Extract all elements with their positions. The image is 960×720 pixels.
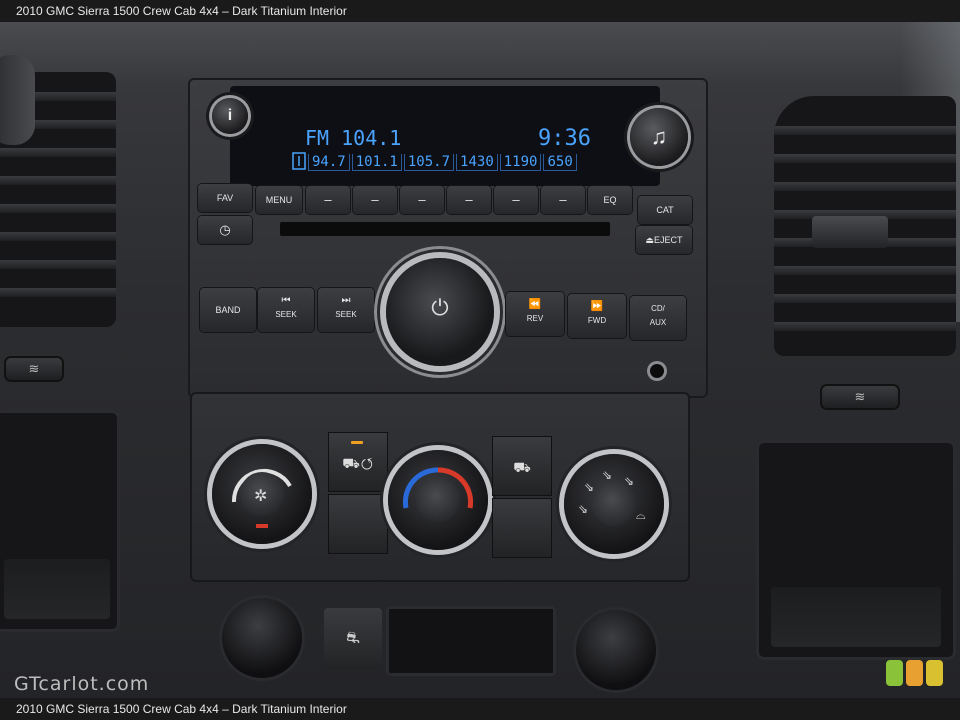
- watermark-badge-green: [886, 660, 903, 686]
- dashboard-upper-panel: [0, 22, 960, 82]
- preset-item: 1190: [499, 154, 542, 171]
- band-button[interactable]: BAND: [200, 288, 256, 332]
- aux-label: AUX: [649, 318, 667, 327]
- info-button[interactable]: i: [212, 98, 248, 134]
- caption-bottom: 2010 GMC Sierra 1500 Crew Cab 4x4 – Dark…: [0, 698, 960, 720]
- blank-climate-button[interactable]: [492, 498, 552, 558]
- fast-forward-label: FWD: [587, 316, 607, 325]
- watermark-badge-orange: [906, 660, 923, 686]
- preset-softkey[interactable]: –: [447, 186, 491, 214]
- cat-button[interactable]: CAT: [638, 196, 692, 224]
- cubby-floor: [770, 587, 942, 647]
- right-vent-thumbwheel[interactable]: ≋: [822, 386, 898, 408]
- preset-softkey[interactable]: –: [306, 186, 350, 214]
- preset-list: 94.7 101.1 105.7 1430 1190 650: [308, 154, 577, 171]
- display-frequency: FM 104.1: [305, 126, 402, 150]
- knob-center: [592, 482, 636, 526]
- vent-slat: [0, 232, 116, 241]
- lower-storage-slot: [386, 606, 556, 676]
- seek-forward-button[interactable]: ⏭ SEEK: [318, 288, 374, 332]
- dashboard-photo: ≋ ≋ FM 104.1 9:36 94.7 101.1 105.7 1430 …: [0, 0, 960, 720]
- blank-climate-button[interactable]: [328, 494, 388, 554]
- outside-air-icon: ⛟: [513, 459, 531, 475]
- preset-item: 105.7: [403, 154, 455, 171]
- vent-tab[interactable]: [812, 216, 888, 248]
- seek-forward-label: SEEK: [335, 310, 357, 319]
- recirculation-icon: ⛟↺: [342, 455, 374, 471]
- temperature-knob[interactable]: [388, 450, 488, 550]
- rewind-button[interactable]: ⏪ REV: [506, 292, 564, 336]
- caption-top: 2010 GMC Sierra 1500 Crew Cab 4x4 – Dark…: [0, 0, 960, 22]
- defrost-icon: ⌓: [636, 508, 646, 522]
- preset-softkey[interactable]: –: [353, 186, 397, 214]
- power-volume-knob[interactable]: ⏻: [386, 258, 494, 366]
- vent-slat: [774, 294, 956, 303]
- preset-bank-icon: [292, 152, 306, 170]
- vent-slat: [774, 154, 956, 163]
- display-clock: 9:36: [538, 126, 591, 151]
- right-air-vent[interactable]: [774, 96, 956, 356]
- mode-mix-icon: ⇘: [578, 502, 589, 516]
- fast-forward-icon: ⏩: [590, 301, 604, 312]
- recirculation-button[interactable]: ⛟↺: [328, 432, 388, 492]
- preset-softkey[interactable]: –: [400, 186, 444, 214]
- vent-slat: [774, 126, 956, 135]
- seek-back-icon: ⏮: [281, 295, 291, 306]
- vent-slat: [0, 148, 116, 157]
- vent-slat: [0, 204, 116, 213]
- eq-button[interactable]: EQ: [588, 186, 632, 214]
- left-lower-knob[interactable]: [222, 598, 302, 678]
- rewind-icon: ⏪: [528, 299, 542, 310]
- outside-air-button[interactable]: ⛟: [492, 436, 552, 496]
- clock-button[interactable]: ◷: [198, 216, 252, 244]
- radio-display: FM 104.1 9:36 94.7 101.1 105.7 1430 1190…: [230, 86, 660, 186]
- preset-item: 101.1: [351, 154, 402, 171]
- mode-floor-icon: ⇘: [624, 474, 635, 488]
- vent-slat: [774, 322, 956, 331]
- vent-slat: [0, 260, 116, 269]
- rewind-label: REV: [526, 314, 544, 323]
- seek-back-label: SEEK: [275, 310, 297, 319]
- fan-off-indicator: [256, 524, 268, 528]
- preset-softkey[interactable]: –: [541, 186, 585, 214]
- seek-forward-icon: ⏭: [341, 295, 351, 306]
- vent-slat: [774, 182, 956, 191]
- traction-control-button[interactable]: ⛐: [324, 608, 382, 670]
- left-vent-thumbwheel[interactable]: ≋: [6, 358, 62, 380]
- aux-input-jack[interactable]: [650, 364, 664, 378]
- preset-softkey[interactable]: –: [494, 186, 538, 214]
- knob-center: [416, 478, 460, 522]
- vent-slat: [774, 266, 956, 275]
- fan-icon: ✲: [254, 488, 268, 505]
- recirculation-led: [351, 441, 363, 444]
- cd-slot[interactable]: [280, 222, 610, 236]
- wiper-stalk[interactable]: [0, 55, 35, 145]
- watermark: GTcarlot.com: [14, 673, 150, 695]
- left-storage-cubby: [0, 410, 120, 632]
- preset-item: 94.7: [308, 154, 350, 171]
- right-storage-cubby: [756, 440, 956, 660]
- mode-bilevel-icon: ⇘: [602, 468, 613, 482]
- right-lower-knob[interactable]: [576, 610, 656, 690]
- fav-button[interactable]: FAV: [198, 184, 252, 212]
- mode-panel-icon: ⇘: [584, 480, 595, 494]
- power-icon: ⏻: [431, 295, 449, 320]
- cd-label: CD/: [651, 304, 665, 313]
- fan-speed-knob[interactable]: ✲: [212, 444, 312, 544]
- eject-button[interactable]: ⏏EJECT: [636, 226, 692, 254]
- air-mode-knob[interactable]: ⇘ ⇘ ⇘ ⇘ ⌓: [564, 454, 664, 554]
- vent-slat: [0, 176, 116, 185]
- watermark-badge-yellow: [926, 660, 943, 686]
- cubby-floor: [4, 559, 110, 619]
- menu-button[interactable]: MENU: [256, 186, 302, 214]
- vent-slat: [0, 288, 116, 297]
- preset-item: 650: [543, 154, 577, 171]
- seek-back-button[interactable]: ⏮ SEEK: [258, 288, 314, 332]
- cd-aux-button[interactable]: CD/ AUX: [630, 296, 686, 340]
- music-knob[interactable]: ♫: [630, 108, 688, 166]
- preset-item: 1430: [456, 154, 498, 171]
- fast-forward-button[interactable]: ⏩ FWD: [568, 294, 626, 338]
